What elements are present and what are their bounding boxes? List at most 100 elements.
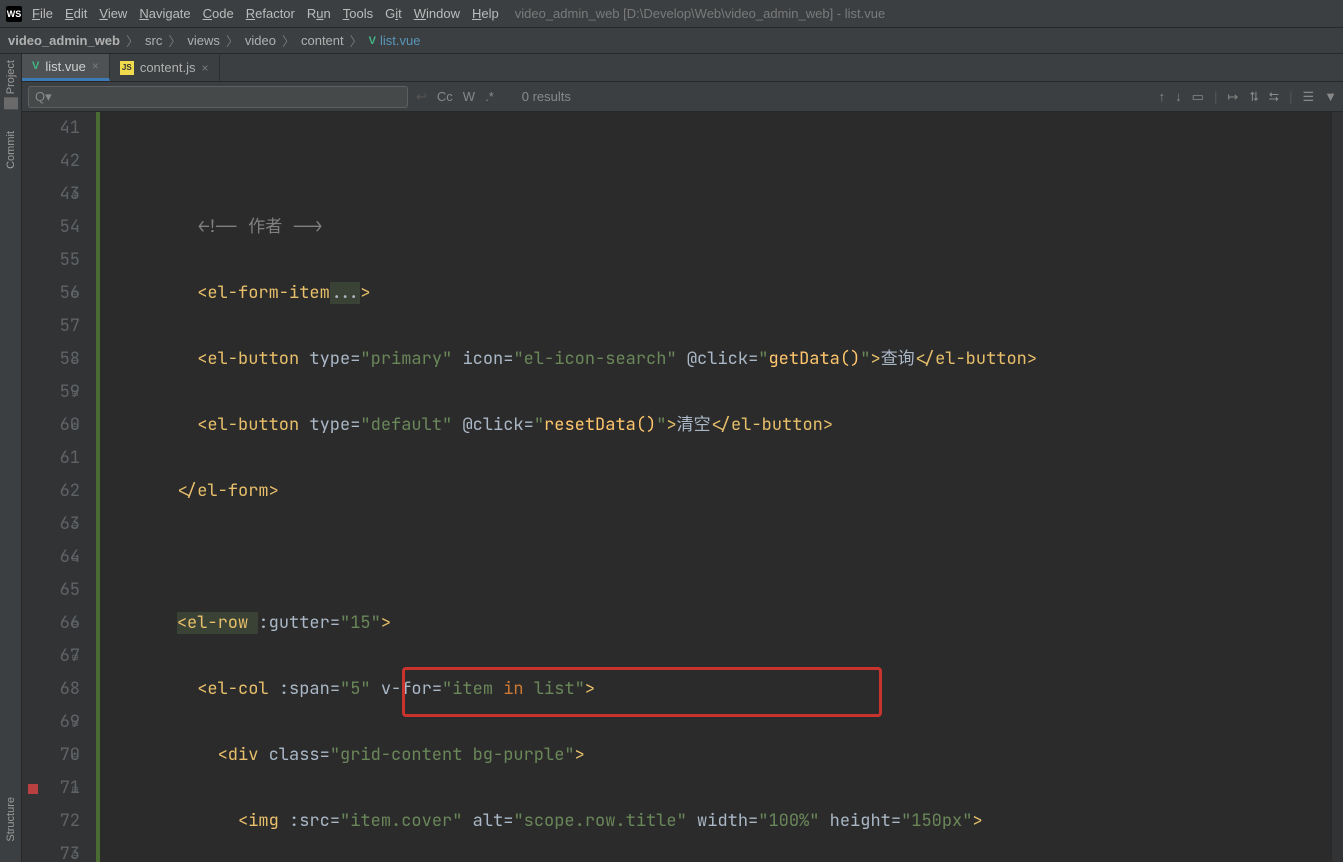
line-number: 61 <box>22 442 80 475</box>
fold-collapse-icon[interactable]: ⊟ <box>72 640 78 673</box>
menu-help[interactable]: Help <box>472 6 499 21</box>
chevron-right-icon: 〉 <box>126 31 139 50</box>
line-number: 64⊟ <box>22 541 80 574</box>
editor-region: V list.vue × JS content.js × Q▾ ↩ Cc W .… <box>22 54 1343 862</box>
chevron-right-icon: 〉 <box>168 31 181 50</box>
line-number: 59⊟ <box>22 376 80 409</box>
down-arrow-icon[interactable]: ↓ <box>1175 89 1182 104</box>
bookmark-icon[interactable] <box>28 784 38 794</box>
menu-code[interactable]: Code <box>203 6 234 21</box>
menu-tools[interactable]: Tools <box>343 6 373 21</box>
fold-collapse-icon[interactable]: ⊟ <box>72 607 78 640</box>
fold-collapse-icon[interactable]: ⊟ <box>72 409 78 442</box>
breadcrumb-file[interactable]: V list.vue <box>369 33 421 48</box>
menu-git[interactable]: Git <box>385 6 402 21</box>
close-icon[interactable]: × <box>92 59 99 73</box>
window-title: video_admin_web [D:\Develop\Web\video_ad… <box>515 6 885 21</box>
line-number: 66⊟ <box>22 607 80 640</box>
find-input[interactable]: Q▾ <box>28 86 408 108</box>
remove-selection-icon[interactable]: ⮀ <box>1269 89 1279 105</box>
fold-collapse-icon[interactable]: ⊟ <box>72 706 78 739</box>
menu-run[interactable]: Run <box>307 6 331 21</box>
editor-tabs: V list.vue × JS content.js × <box>22 54 1343 82</box>
app-icon: WS <box>6 6 22 22</box>
menu-window[interactable]: Window <box>414 6 460 21</box>
line-number: 67⊟ <box>22 640 80 673</box>
match-case-toggle[interactable]: Cc <box>437 89 453 104</box>
folder-icon <box>4 97 18 109</box>
close-icon[interactable]: × <box>201 61 208 75</box>
words-toggle[interactable]: W <box>463 89 475 104</box>
select-all-icon[interactable]: ▭ <box>1192 89 1204 105</box>
find-bar: Q▾ ↩ Cc W .* 0 results ↑ ↓ ▭ | ↦ ⮁ ⮀ | ☰… <box>22 82 1343 112</box>
filter-icon[interactable]: ▼ <box>1324 89 1337 104</box>
search-icon: Q▾ <box>35 89 52 105</box>
line-number: 55 <box>22 244 80 277</box>
line-number: 72 <box>22 805 80 838</box>
line-number-gutter: 41 42 43⊞ 54 55 56⊟ 57 58⊟ 59⊟ 60⊟ 61 62… <box>22 112 100 862</box>
line-number: 56⊟ <box>22 277 80 310</box>
chevron-right-icon: 〉 <box>226 31 239 50</box>
vue-icon: V <box>32 60 39 72</box>
menu-file[interactable]: File <box>32 6 53 21</box>
line-number: 73⊟ <box>22 838 80 862</box>
line-number: 65 <box>22 574 80 607</box>
menu-view[interactable]: View <box>99 6 127 21</box>
breadcrumb-src[interactable]: src <box>145 33 162 48</box>
line-number: 70⊟ <box>22 739 80 772</box>
tab-list-vue[interactable]: V list.vue × <box>22 54 110 81</box>
breadcrumb-root[interactable]: video_admin_web <box>8 33 120 48</box>
chevron-right-icon: 〉 <box>350 31 363 50</box>
commit-tool[interactable]: Commit <box>5 131 17 169</box>
fold-collapse-icon[interactable]: ⊟ <box>72 772 78 805</box>
code-editor[interactable]: 41 42 43⊞ 54 55 56⊟ 57 58⊟ 59⊟ 60⊟ 61 62… <box>22 112 1343 862</box>
fold-collapse-icon[interactable]: ⊟ <box>72 739 78 772</box>
tab-content-js[interactable]: JS content.js × <box>110 54 220 81</box>
line-number: 43⊞ <box>22 178 80 211</box>
breadcrumb-views[interactable]: views <box>187 33 220 48</box>
fold-collapse-icon[interactable]: ⊟ <box>72 508 78 541</box>
add-selection-icon[interactable]: ↦ <box>1227 89 1238 105</box>
breadcrumb-video[interactable]: video <box>245 33 276 48</box>
menu-edit[interactable]: Edit <box>65 6 87 21</box>
up-arrow-icon[interactable]: ↑ <box>1159 89 1166 104</box>
line-number: 69⊟ <box>22 706 80 739</box>
main-area: Project Commit Structure V list.vue × JS… <box>0 54 1343 862</box>
titlebar: WS File Edit View Navigate Code Refactor… <box>0 0 1343 28</box>
fold-collapse-icon[interactable]: ⊟ <box>72 343 78 376</box>
navigation-breadcrumb: video_admin_web 〉 src 〉 views 〉 video 〉 … <box>0 28 1343 54</box>
line-number: 63⊟ <box>22 508 80 541</box>
line-number: 62 <box>22 475 80 508</box>
structure-tool[interactable]: Structure <box>5 797 17 842</box>
chevron-right-icon: 〉 <box>282 31 295 50</box>
line-number: 57 <box>22 310 80 343</box>
vue-icon: V <box>369 35 376 47</box>
line-number: 68 <box>22 673 80 706</box>
regex-toggle[interactable]: .* <box>485 89 494 104</box>
js-icon: JS <box>120 61 134 75</box>
settings-icon[interactable]: ☰ <box>1302 89 1314 105</box>
select-all-occurrences-icon[interactable]: ⮁ <box>1248 89 1258 105</box>
line-number: 41 <box>22 112 80 145</box>
breadcrumb-content[interactable]: content <box>301 33 344 48</box>
line-number: 58⊟ <box>22 343 80 376</box>
project-tool[interactable]: Project <box>4 60 18 111</box>
fold-collapse-icon[interactable]: ⊟ <box>72 376 78 409</box>
menu-navigate[interactable]: Navigate <box>139 6 190 21</box>
menu-refactor[interactable]: Refactor <box>246 6 295 21</box>
line-number: 60⊟ <box>22 409 80 442</box>
fold-collapse-icon[interactable]: ⊟ <box>72 838 78 862</box>
line-number: 54 <box>22 211 80 244</box>
right-marker-strip[interactable] <box>1331 112 1343 862</box>
fold-collapse-icon[interactable]: ⊟ <box>72 277 78 310</box>
left-tool-strip: Project Commit Structure <box>0 54 22 862</box>
line-number: 42 <box>22 145 80 178</box>
find-results-count: 0 results <box>522 89 571 104</box>
line-number: 71⊟ <box>22 772 80 805</box>
fold-collapse-icon[interactable]: ⊟ <box>72 541 78 574</box>
prev-occurrence-icon[interactable]: ↩ <box>416 89 427 105</box>
tab-label: content.js <box>140 60 196 75</box>
tab-label: list.vue <box>45 59 85 74</box>
code-content[interactable]: <!-- 作者 --> <el-form-item...> <el-button… <box>100 112 1331 862</box>
fold-expand-icon[interactable]: ⊞ <box>72 178 78 211</box>
